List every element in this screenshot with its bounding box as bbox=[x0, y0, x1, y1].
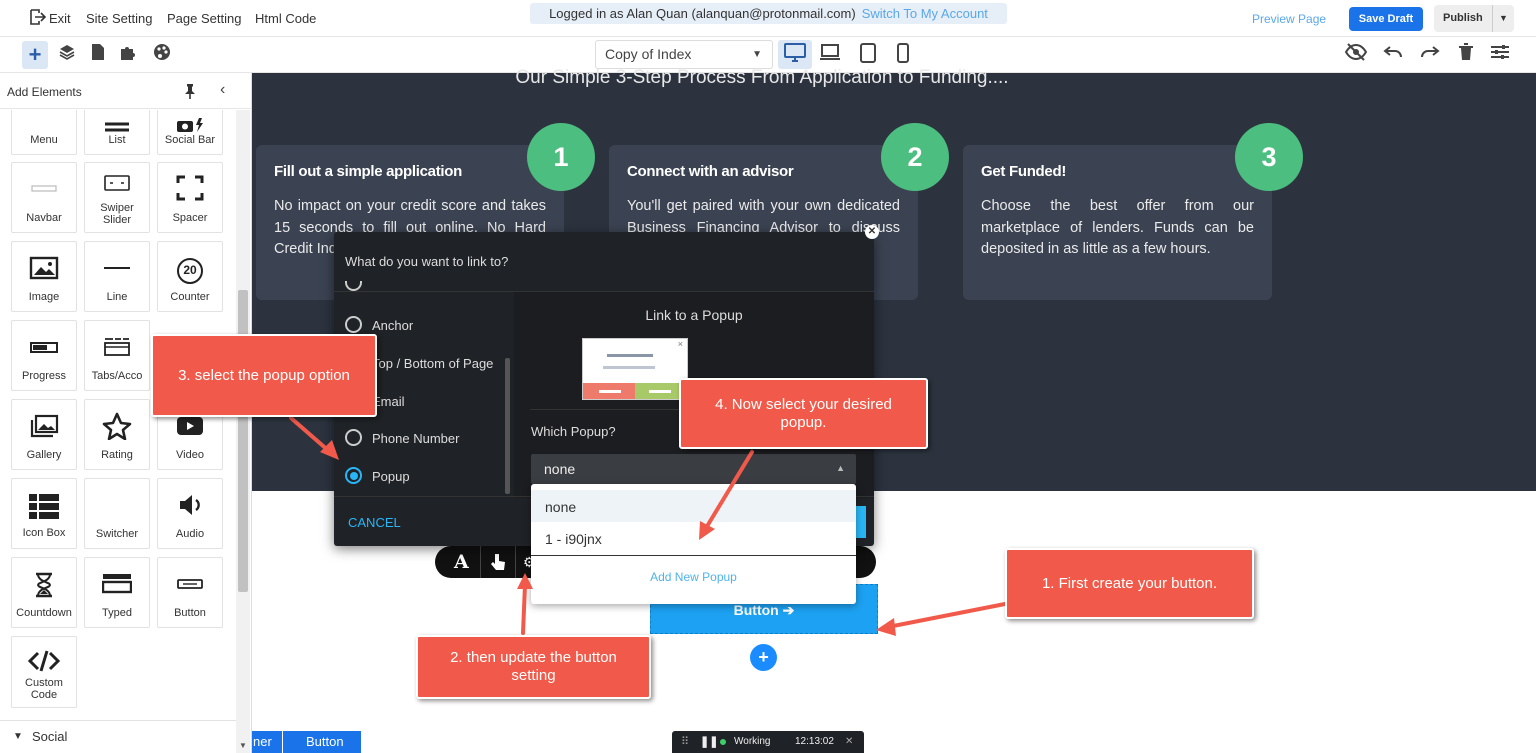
callout-text: 1. First create your button. bbox=[1041, 574, 1218, 592]
callout-step-1: 1. First create your button. bbox=[1005, 548, 1254, 619]
arrow-2 bbox=[521, 583, 527, 635]
callout-text: 4. Now select your desired popup. bbox=[715, 395, 892, 431]
callout-text: 2. then update the button setting bbox=[450, 649, 617, 684]
arrowhead-3 bbox=[320, 440, 339, 460]
callout-step-4: 4. Now select your desired popup. bbox=[679, 378, 928, 449]
arrow-4 bbox=[704, 450, 754, 530]
callout-text: 3. select the popup option bbox=[178, 366, 350, 384]
arrowhead-2 bbox=[517, 573, 533, 589]
arrowhead-1 bbox=[876, 618, 896, 636]
callout-step-2: 2. then update the button setting bbox=[416, 635, 651, 699]
callout-step-3: 3. select the popup option bbox=[151, 334, 377, 417]
arrow-1 bbox=[886, 601, 1012, 629]
arrow-3 bbox=[289, 416, 332, 454]
